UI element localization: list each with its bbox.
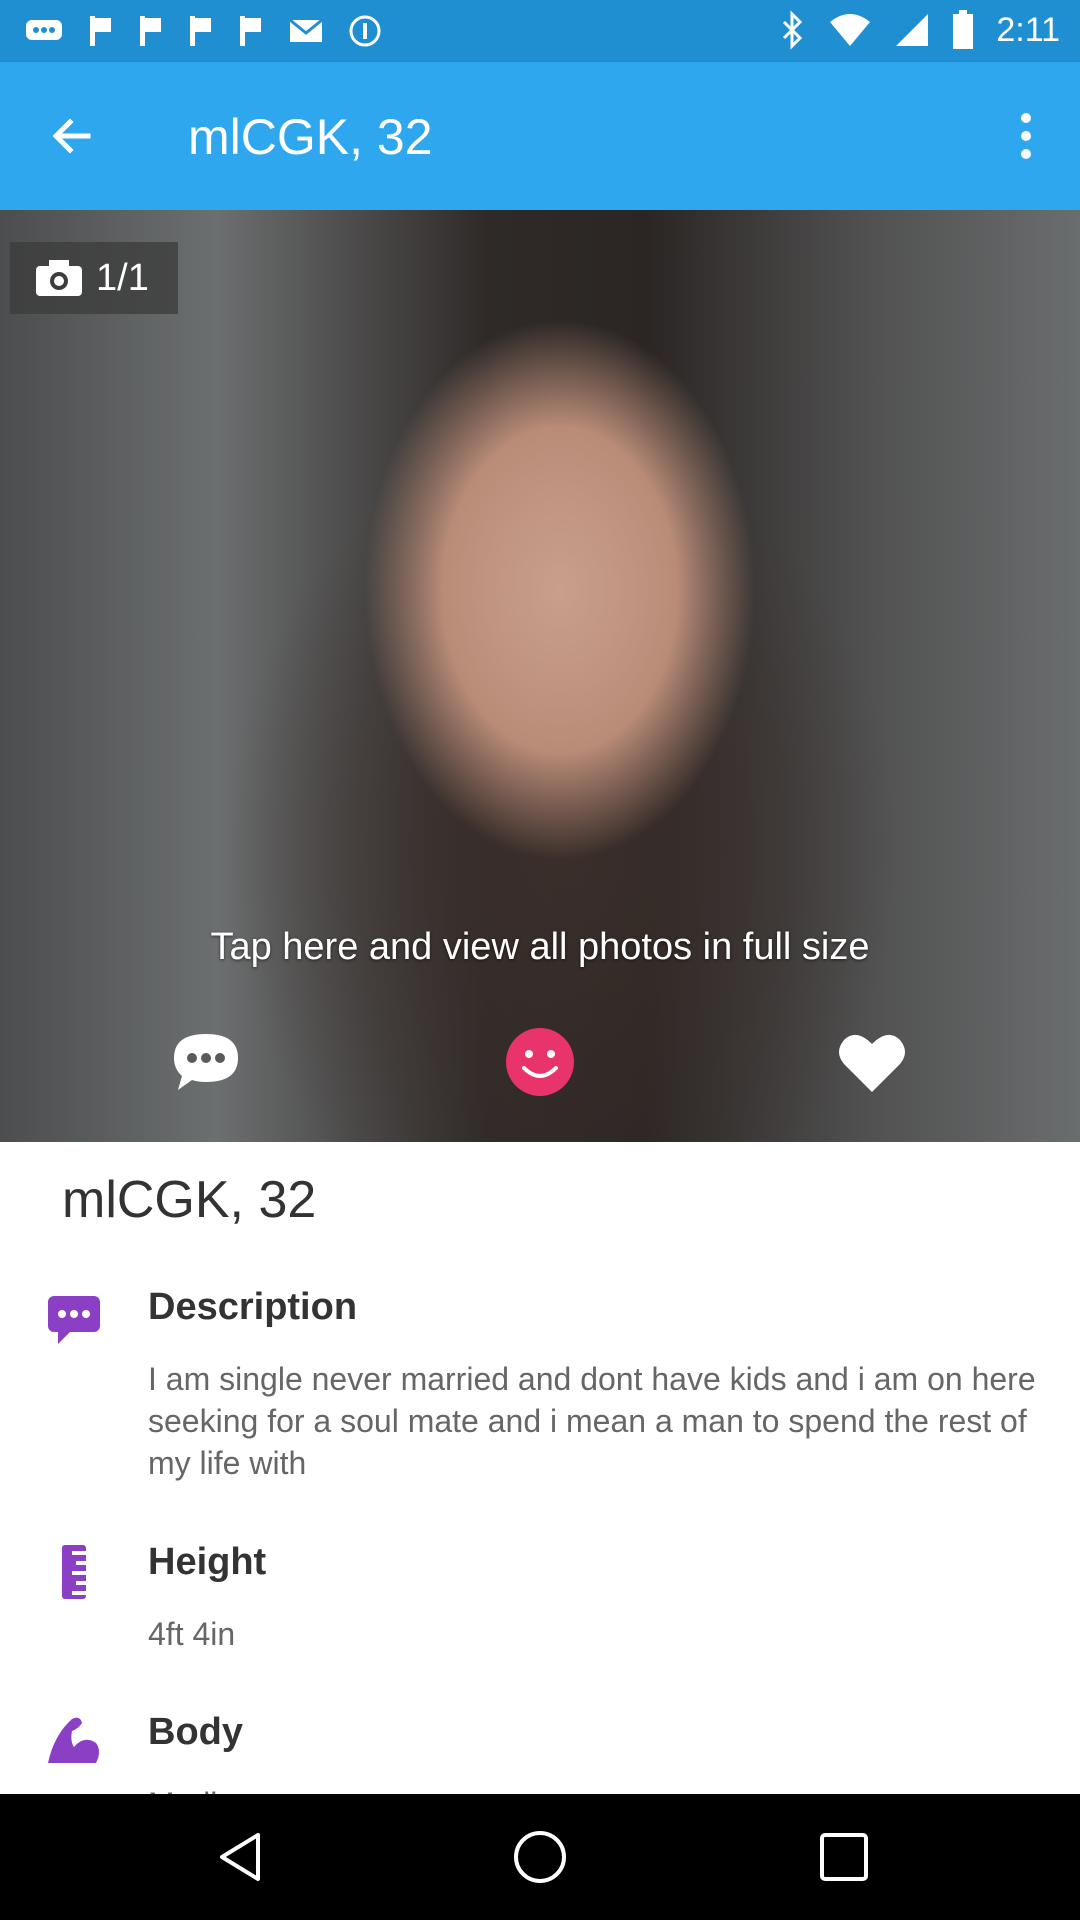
photo-counter: 1/1 — [10, 242, 178, 314]
info-circle-icon — [349, 15, 381, 47]
section-value: I am single never married and dont have … — [148, 1361, 1036, 1481]
page-title: mlCGK, 32 — [188, 109, 433, 165]
view-photos-hint[interactable]: Tap here and view all photos in full siz… — [0, 926, 1080, 969]
notification-icons — [24, 14, 382, 48]
home-icon[interactable] — [510, 1827, 570, 1887]
battery-icon — [953, 10, 974, 49]
flag-icon — [90, 16, 111, 46]
status-bar: 2:11 — [0, 0, 1080, 62]
navigation-bar — [0, 1794, 1080, 1920]
back-icon[interactable] — [210, 1827, 270, 1887]
muscle-icon — [48, 1717, 99, 1763]
status-time: 2:11 — [996, 10, 1060, 49]
flag-icon — [190, 16, 211, 46]
signal-icon — [896, 14, 929, 46]
bluetooth-icon — [783, 10, 803, 50]
chat-bubbles-icon — [26, 20, 62, 40]
camera-icon — [36, 260, 82, 296]
email-icon — [289, 18, 323, 42]
profile-photo[interactable]: 1/1 Tap here and view all photos in full… — [0, 210, 1080, 1142]
section-title: Description — [148, 1286, 358, 1328]
section-title: Height — [148, 1541, 267, 1583]
chat-bubble-icon — [48, 1296, 100, 1344]
photo-count: 1/1 — [96, 256, 149, 299]
flag-icon — [140, 16, 161, 46]
profile-name: mlCGK, 32 — [62, 1171, 317, 1229]
section-value: 4ft 4in — [148, 1616, 236, 1652]
chat-icon[interactable] — [166, 1022, 246, 1102]
wifi-icon — [830, 14, 871, 46]
back-arrow-icon[interactable] — [42, 106, 102, 166]
section-title: Body — [148, 1711, 243, 1753]
recents-icon[interactable] — [814, 1827, 874, 1887]
system-icons: 2:11 — [780, 10, 1060, 50]
heart-icon[interactable] — [832, 1022, 912, 1102]
ruler-icon — [62, 1545, 86, 1599]
more-options-icon[interactable] — [1006, 106, 1046, 166]
flag-icon — [240, 16, 261, 46]
smile-icon[interactable] — [500, 1022, 580, 1102]
app-bar: mlCGK, 32 — [0, 62, 1080, 210]
